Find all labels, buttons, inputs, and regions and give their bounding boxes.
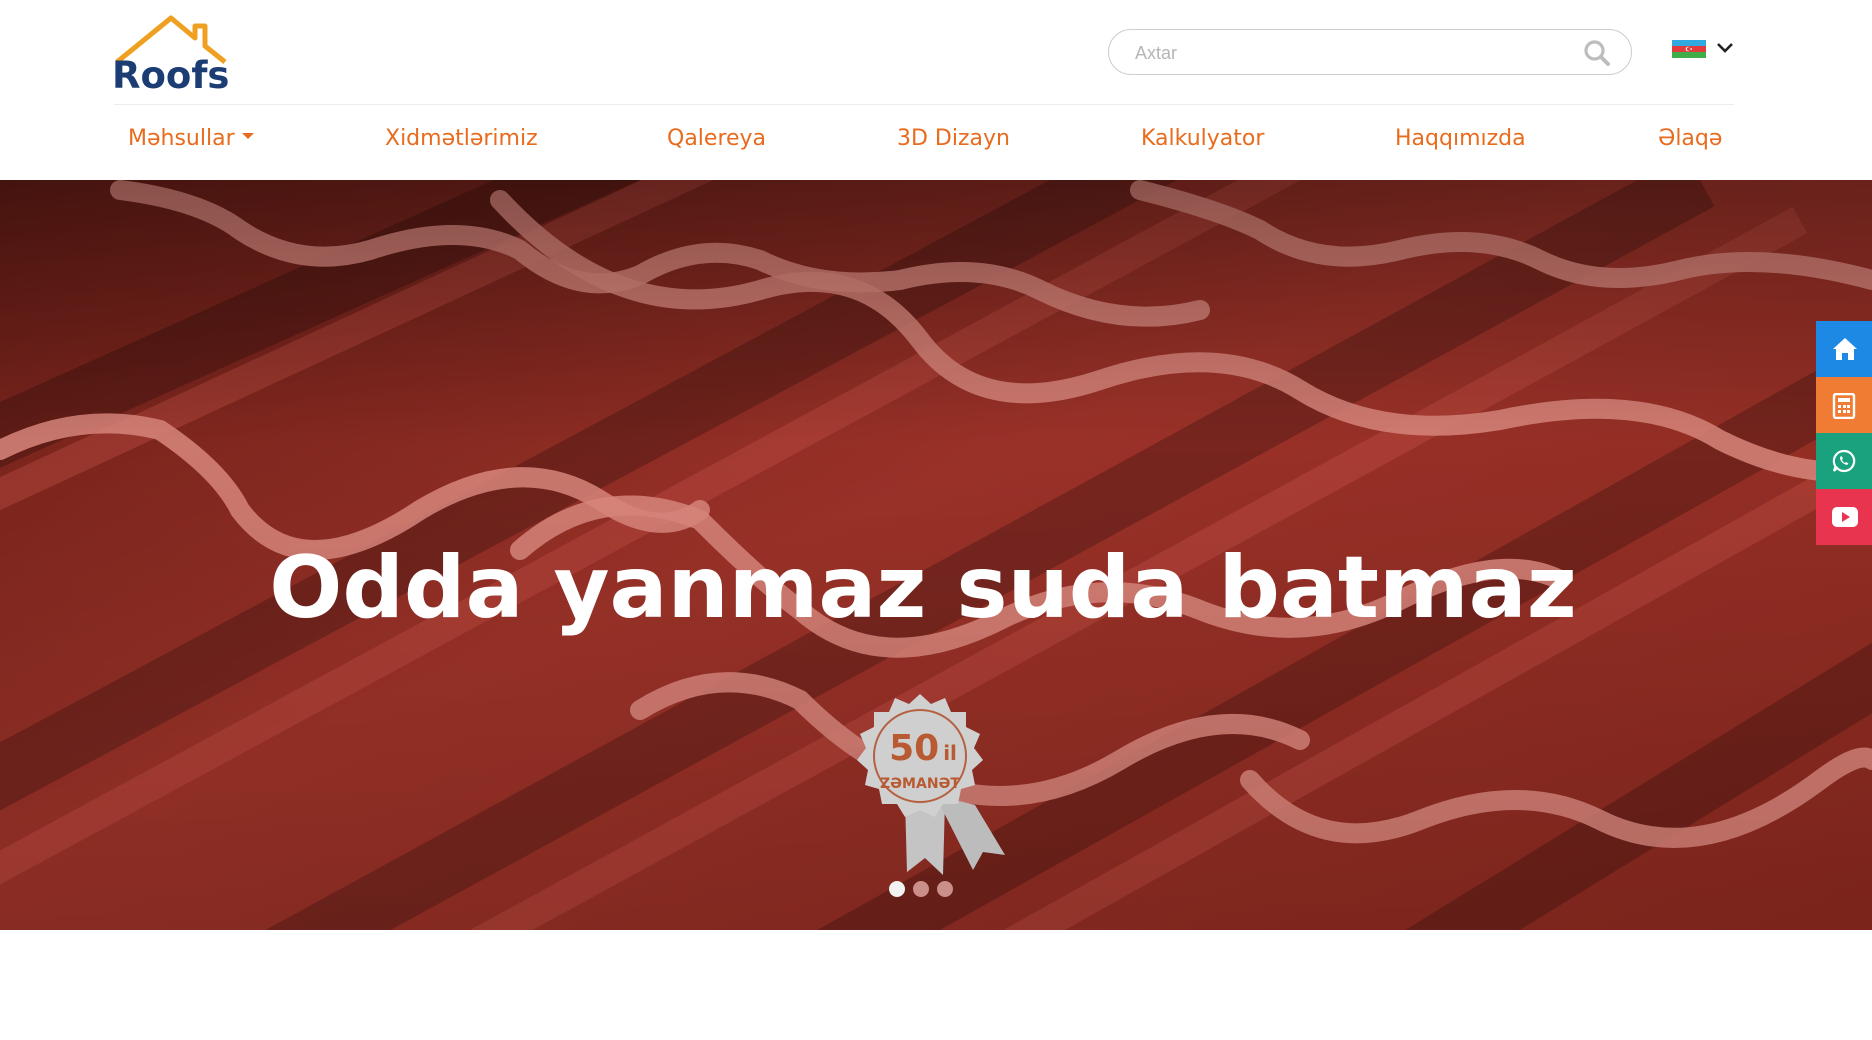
logo-text: Roofs bbox=[112, 54, 230, 97]
chevron-down-icon bbox=[1717, 43, 1733, 53]
warranty-number: 50 bbox=[889, 728, 940, 769]
slider-dot-1[interactable] bbox=[889, 881, 905, 897]
floating-side-buttons bbox=[1816, 321, 1872, 545]
nav-item-label: Əlaqə bbox=[1658, 126, 1723, 151]
nav-item-label: Məhsullar bbox=[128, 126, 235, 151]
warranty-unit: il bbox=[943, 741, 957, 765]
azerbaijan-flag-icon bbox=[1672, 40, 1706, 58]
slider-dot-3[interactable] bbox=[937, 881, 953, 897]
warranty-years: 50 il bbox=[873, 728, 973, 769]
youtube-button[interactable] bbox=[1816, 489, 1872, 545]
nav-item-label: Haqqımızda bbox=[1395, 126, 1526, 151]
slider-dots bbox=[889, 881, 969, 899]
language-selector[interactable] bbox=[1672, 38, 1736, 62]
nav-item-label: 3D Dizayn bbox=[897, 126, 1010, 151]
site-header: Roofs Məhsullar Xidmətlərimiz Qale bbox=[0, 0, 1872, 180]
nav-item-label: Qalereya bbox=[667, 126, 767, 151]
nav-item-contact[interactable]: Əlaqə bbox=[1658, 126, 1722, 151]
hero-slider: Odda yanmaz suda batmaz 50 il ZƏMANƏT bbox=[0, 180, 1872, 930]
nav-item-about[interactable]: Haqqımızda bbox=[1395, 126, 1526, 151]
whatsapp-button[interactable] bbox=[1816, 433, 1872, 489]
calculator-button[interactable] bbox=[1816, 377, 1872, 433]
slider-dot-2[interactable] bbox=[913, 881, 929, 897]
nav-item-services[interactable]: Xidmətlərimiz bbox=[385, 126, 538, 151]
main-nav: Məhsullar Xidmətlərimiz Qalereya 3D Diza… bbox=[0, 126, 1872, 162]
nav-item-calculator[interactable]: Kalkulyator bbox=[1141, 126, 1264, 151]
caret-down-icon bbox=[241, 133, 254, 139]
nav-item-label: Kalkulyator bbox=[1141, 126, 1265, 151]
search-input[interactable] bbox=[1133, 30, 1577, 76]
warranty-badge: 50 il ZƏMANƏT bbox=[835, 690, 1005, 880]
hero-title: Odda yanmaz suda batmaz bbox=[269, 537, 1577, 638]
nav-item-gallery[interactable]: Qalereya bbox=[667, 126, 766, 151]
home-icon bbox=[1833, 338, 1857, 360]
youtube-icon bbox=[1832, 507, 1858, 527]
search-icon[interactable] bbox=[1583, 39, 1611, 67]
nav-item-3d-design[interactable]: 3D Dizayn bbox=[897, 126, 1010, 151]
header-divider bbox=[114, 104, 1734, 105]
home-button[interactable] bbox=[1816, 321, 1872, 377]
search-box bbox=[1108, 29, 1632, 76]
nav-item-label: Xidmətlərimiz bbox=[385, 126, 538, 151]
calculator-icon bbox=[1832, 393, 1856, 419]
nav-item-products[interactable]: Məhsullar bbox=[128, 126, 254, 151]
warranty-label: ZƏMANƏT bbox=[880, 776, 960, 792]
whatsapp-icon bbox=[1832, 449, 1856, 473]
